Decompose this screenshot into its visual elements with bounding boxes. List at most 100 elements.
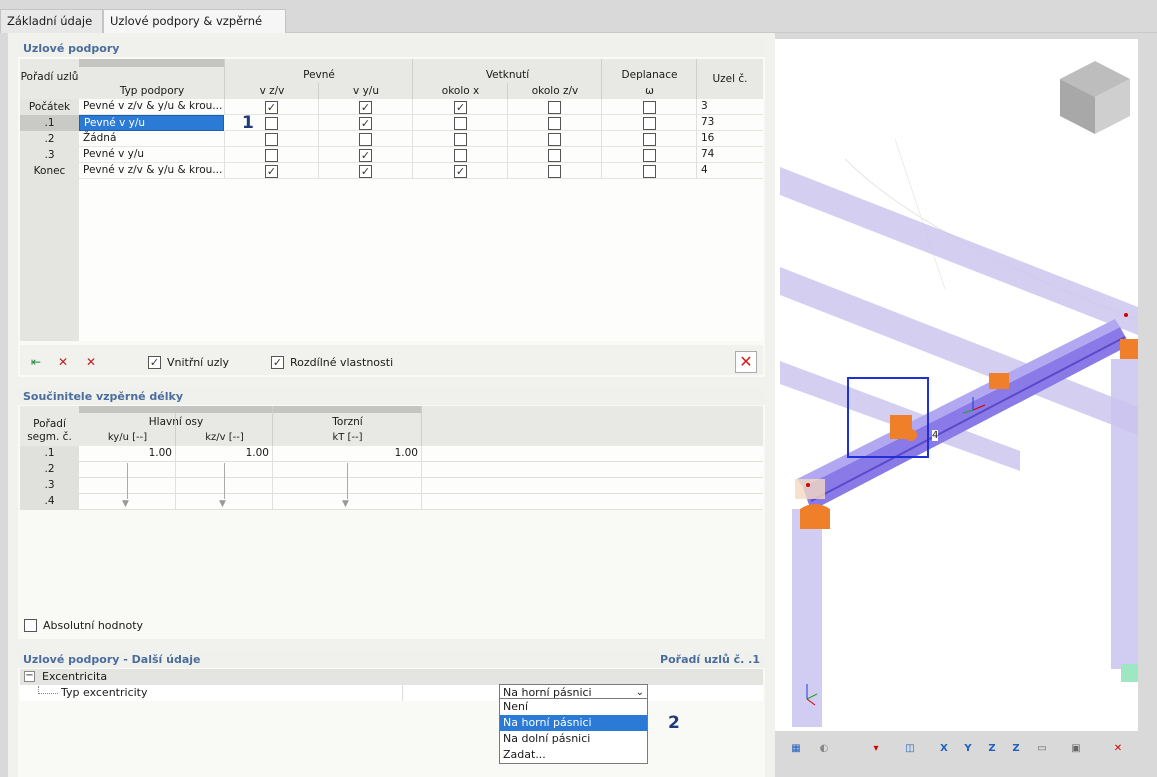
option-bottom-flange[interactable]: Na dolní pásnici — [500, 731, 647, 747]
checkbox-fixed-zv[interactable] — [265, 117, 278, 130]
checkbox-fixed-yu[interactable]: ✓ — [359, 117, 372, 130]
highlight-box — [847, 377, 929, 458]
view-y-icon[interactable]: Y — [958, 739, 978, 759]
checkbox-omega[interactable] — [643, 149, 656, 162]
checkbox-rot-x[interactable] — [454, 117, 467, 130]
ky-header: ky/u [--] — [107, 432, 148, 443]
checkbox-rot-x[interactable]: ✓ — [454, 165, 467, 178]
fill-down-line — [127, 463, 128, 499]
box-dropdown-icon[interactable]: ▣ — [1066, 739, 1086, 759]
row-order-2[interactable]: .2 — [20, 131, 79, 147]
tab-supports-buckling[interactable]: Uzlové podpory & vzpěrné délky — [103, 9, 286, 51]
support-type-cell-selected[interactable]: Pevné v y/u — [79, 115, 224, 131]
callout-1: 1 — [242, 113, 254, 133]
fill-down-line — [224, 463, 225, 499]
view-iso-z-icon[interactable]: Z — [1006, 739, 1026, 759]
checkbox-fixed-zv[interactable]: ✓ — [265, 165, 278, 178]
support-type-cell[interactable]: Pevné v y/u — [79, 147, 225, 163]
grid-line — [318, 83, 319, 99]
row-order-end[interactable]: Konec — [20, 163, 79, 179]
eccentricity-group-label: Excentricita — [42, 670, 108, 683]
fill-down-arrow-icon: ▼ — [342, 499, 349, 509]
collapse-icon[interactable]: − — [24, 671, 35, 682]
view-cube-icon[interactable] — [1063, 62, 1125, 124]
checkbox-inner-nodes[interactable]: ✓ — [148, 356, 161, 369]
tab-basic-data[interactable]: Základní údaje — [0, 9, 103, 33]
model-view[interactable] — [775, 39, 1138, 731]
reset-view-icon[interactable]: ✕ — [1108, 739, 1128, 759]
seg-order[interactable]: .2 — [20, 463, 79, 475]
col-fixed-zv: v z/v — [259, 85, 285, 97]
kt-value[interactable]: 1.00 — [273, 447, 418, 459]
checkbox-omega[interactable] — [643, 101, 656, 114]
checkbox-fixed-zv[interactable] — [265, 133, 278, 146]
delete-all-icon[interactable]: ✕ — [80, 351, 102, 373]
eccentricity-options-list: Není Na horní pásnici Na dolní pásnici Z… — [499, 698, 648, 764]
node-number[interactable]: 3 — [701, 100, 708, 112]
projection-dropdown-icon[interactable]: ▭ — [1032, 739, 1052, 759]
checkbox-fixed-zv[interactable] — [265, 149, 278, 162]
checkbox-rot-zv[interactable] — [548, 165, 561, 178]
seg-order[interactable]: .1 — [20, 447, 79, 459]
node-label: 4 — [932, 430, 939, 441]
torsion-header: Torzní — [332, 416, 363, 428]
grid-line — [272, 406, 273, 446]
checkbox-rot-zv[interactable] — [548, 133, 561, 146]
import-icon[interactable]: ⇤ — [25, 351, 47, 373]
node-number[interactable]: 16 — [701, 132, 714, 144]
checkbox-rot-x[interactable] — [454, 133, 467, 146]
row-order-3[interactable]: .3 — [20, 147, 79, 163]
grid-line — [402, 685, 403, 701]
checkbox-rot-zv[interactable] — [548, 149, 561, 162]
node-number[interactable]: 74 — [701, 148, 714, 160]
support-type-cell[interactable]: Pevné v z/v & y/u & krou... — [79, 163, 225, 179]
node-number[interactable]: 4 — [701, 164, 708, 176]
checkbox-rot-x[interactable] — [454, 149, 467, 162]
delete-row-icon[interactable]: ✕ — [52, 351, 74, 373]
option-none[interactable]: Není — [500, 699, 647, 715]
option-custom[interactable]: Zadat... — [500, 747, 647, 763]
fill-down-arrow-icon: ▼ — [219, 499, 226, 509]
row-order-start[interactable]: Počátek — [20, 99, 79, 115]
seg-order-header: Pořadí segm. č. — [27, 418, 72, 443]
visibility-icon[interactable]: ◐ — [814, 739, 834, 759]
nodal-supports-title: Uzlové podpory — [18, 39, 765, 57]
checkbox-omega[interactable] — [643, 117, 656, 130]
kz-value[interactable]: 1.00 — [176, 447, 269, 459]
structure-render — [780, 61, 1138, 727]
checkbox-omega[interactable] — [643, 133, 656, 146]
col-rot-zv: okolo z/v — [531, 85, 579, 97]
numbering-dropdown-icon[interactable]: ▾ — [866, 739, 886, 759]
node-number[interactable]: 73 — [701, 116, 714, 128]
view-select-icon[interactable]: ◫ — [900, 739, 920, 759]
view-x-icon[interactable]: X — [934, 739, 954, 759]
seg-order[interactable]: .3 — [20, 479, 79, 491]
checkbox-fixed-yu[interactable]: ✓ — [359, 149, 372, 162]
checkbox-fixed-yu[interactable]: ✓ — [359, 165, 372, 178]
checkbox-fixed-yu[interactable]: ✓ — [359, 101, 372, 114]
support-type-cell[interactable]: Pevné v z/v & y/u & krou... — [79, 99, 225, 115]
render-mode-icon[interactable]: ▦ — [786, 739, 806, 759]
support-type-cell[interactable]: Žádná — [79, 131, 225, 147]
checkbox-rot-x[interactable]: ✓ — [454, 101, 467, 114]
grid-line — [412, 99, 413, 179]
checkbox-fixed-yu[interactable] — [359, 133, 372, 146]
option-top-flange[interactable]: Na horní pásnici — [500, 715, 647, 731]
seg-order[interactable]: .4 — [20, 495, 79, 507]
row-order-1[interactable]: .1 — [20, 115, 79, 131]
checkbox-absolute[interactable] — [24, 619, 37, 632]
ky-value[interactable]: 1.00 — [79, 447, 172, 459]
callout-2: 2 — [668, 713, 680, 733]
row-order-label: Počátek — [28, 101, 71, 113]
kz-header: kz/v [--] — [205, 432, 244, 443]
grid-line — [507, 83, 508, 99]
checkbox-fixed-zv[interactable]: ✓ — [265, 101, 278, 114]
main-axes-header: Hlavní osy — [148, 416, 204, 428]
checkbox-omega[interactable] — [643, 165, 656, 178]
checkbox-diff-props[interactable]: ✓ — [271, 356, 284, 369]
view-z-icon[interactable]: Z — [982, 739, 1002, 759]
absolute-label: Absolutní hodnoty — [43, 619, 144, 632]
checkbox-rot-zv[interactable] — [548, 101, 561, 114]
checkbox-rot-zv[interactable] — [548, 117, 561, 130]
clear-icon[interactable]: ✕ — [735, 351, 757, 373]
